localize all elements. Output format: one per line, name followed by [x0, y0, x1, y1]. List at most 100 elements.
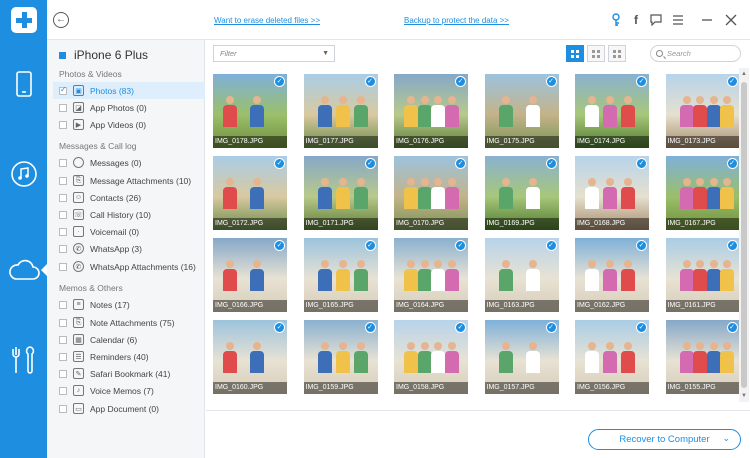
selected-check-icon[interactable]: ✓: [274, 240, 285, 251]
checkbox[interactable]: [59, 369, 67, 378]
checkbox[interactable]: [59, 210, 67, 219]
photo-thumbnail[interactable]: IMG_0167.JPG ✓: [665, 156, 740, 230]
checkbox[interactable]: [59, 193, 67, 202]
rail-icloud-button[interactable]: [0, 248, 47, 292]
photo-thumbnail[interactable]: IMG_0158.JPG ✓: [394, 320, 468, 394]
checkbox[interactable]: [59, 120, 67, 129]
rail-itunes-button[interactable]: [0, 152, 47, 196]
close-icon[interactable]: [723, 12, 739, 28]
sidebar-item-photos[interactable]: ▣Photos (83): [53, 82, 205, 99]
sidebar-item-call-history[interactable]: ☏ Call History (10): [53, 206, 205, 223]
selected-check-icon[interactable]: ✓: [274, 322, 285, 333]
device-checkbox[interactable]: [59, 51, 66, 59]
checkbox[interactable]: [59, 244, 67, 253]
sidebar-item-contacts[interactable]: ☺ Contacts (26): [53, 189, 205, 206]
sidebar-item-reminders[interactable]: ☰ Reminders (40): [53, 348, 205, 365]
photo-thumbnail[interactable]: IMG_0169.JPG ✓: [484, 156, 559, 230]
selected-check-icon[interactable]: ✓: [364, 322, 376, 333]
checkbox[interactable]: [59, 103, 67, 112]
selected-check-icon[interactable]: ✓: [455, 158, 466, 169]
photo-thumbnail[interactable]: IMG_0174.JPG ✓: [575, 74, 649, 148]
sidebar-item-safari-bookmark[interactable]: ✎ Safari Bookmark (41): [53, 365, 205, 382]
selected-check-icon[interactable]: ✓: [545, 240, 557, 251]
rail-tools-button[interactable]: [0, 338, 47, 382]
small-thumbnail-view-button[interactable]: [587, 45, 605, 62]
photo-thumbnail[interactable]: IMG_0159.JPG ✓: [303, 320, 378, 394]
scrollbar-thumb[interactable]: [741, 82, 747, 388]
feedback-icon[interactable]: [648, 12, 664, 28]
sidebar-item-messages[interactable]: Messages (0): [53, 154, 205, 171]
photo-thumbnail[interactable]: IMG_0178.JPG ✓: [213, 74, 287, 148]
selected-check-icon[interactable]: ✓: [636, 158, 647, 169]
selected-check-icon[interactable]: ✓: [636, 322, 647, 333]
selected-check-icon[interactable]: ✓: [636, 240, 647, 251]
sidebar-item-calendar[interactable]: ▦ Calendar (6): [53, 331, 205, 348]
sidebar-item-whatsapp-attachments[interactable]: ✆ WhatsApp Attachments (16): [53, 258, 205, 275]
selected-check-icon[interactable]: ✓: [726, 240, 738, 251]
menu-icon[interactable]: [670, 12, 686, 28]
selected-check-icon[interactable]: ✓: [364, 240, 376, 251]
photo-thumbnail[interactable]: IMG_0168.JPG ✓: [575, 156, 649, 230]
photo-thumbnail[interactable]: IMG_0165.JPG ✓: [303, 238, 378, 312]
selected-check-icon[interactable]: ✓: [455, 240, 466, 251]
sidebar-item-voicemail[interactable]: ᐧ Voicemail (0): [53, 223, 205, 240]
photo-thumbnail[interactable]: IMG_0161.JPG ✓: [665, 238, 740, 312]
selected-check-icon[interactable]: ✓: [545, 158, 557, 169]
large-thumbnail-view-button[interactable]: [566, 45, 584, 62]
sidebar-item-note-attachments[interactable]: ⎘ Note Attachments (75): [53, 314, 205, 331]
photo-thumbnail[interactable]: IMG_0175.JPG ✓: [484, 74, 559, 148]
selected-check-icon[interactable]: ✓: [726, 76, 738, 87]
selected-check-icon[interactable]: ✓: [545, 76, 557, 87]
sidebar-item-app-photos[interactable]: ◪ App Photos (0): [53, 99, 205, 116]
back-arrow-icon[interactable]: ←: [53, 12, 69, 28]
sidebar-item-app-videos[interactable]: ▶ App Videos (0): [53, 116, 205, 133]
scroll-down-icon[interactable]: ▼: [740, 392, 748, 400]
rail-device-button[interactable]: [0, 62, 47, 106]
checkbox[interactable]: [59, 262, 67, 271]
photo-thumbnail[interactable]: IMG_0163.JPG ✓: [484, 238, 559, 312]
checkbox[interactable]: [59, 227, 67, 236]
photo-thumbnail[interactable]: IMG_0172.JPG ✓: [213, 156, 287, 230]
selected-check-icon[interactable]: ✓: [455, 76, 466, 87]
sidebar-item-whatsapp[interactable]: ✆ WhatsApp (3): [53, 240, 205, 257]
selected-check-icon[interactable]: ✓: [726, 158, 738, 169]
selected-check-icon[interactable]: ✓: [364, 158, 376, 169]
selected-check-icon[interactable]: ✓: [274, 158, 285, 169]
photo-thumbnail[interactable]: IMG_0156.JPG ✓: [575, 320, 649, 394]
checkbox[interactable]: [59, 318, 67, 327]
photo-thumbnail[interactable]: IMG_0173.JPG ✓: [665, 74, 740, 148]
photo-thumbnail[interactable]: IMG_0157.JPG ✓: [484, 320, 559, 394]
list-view-button[interactable]: [608, 45, 626, 62]
filter-dropdown[interactable]: Filter ▼: [213, 45, 335, 62]
photo-thumbnail[interactable]: IMG_0160.JPG ✓: [213, 320, 287, 394]
selected-check-icon[interactable]: ✓: [545, 322, 557, 333]
facebook-icon[interactable]: f: [628, 12, 644, 28]
photo-thumbnail[interactable]: IMG_0164.JPG ✓: [394, 238, 468, 312]
backup-data-link[interactable]: Backup to protect the data >>: [404, 16, 509, 25]
sidebar-item-message-attachments[interactable]: ⎘ Message Attachments (10): [53, 172, 205, 189]
checkbox[interactable]: [59, 352, 67, 361]
selected-check-icon[interactable]: ✓: [726, 322, 738, 333]
sidebar-item-app-document[interactable]: ▭ App Document (0): [53, 400, 205, 417]
checkbox[interactable]: [59, 85, 67, 95]
photo-thumbnail[interactable]: IMG_0177.JPG ✓: [303, 74, 378, 148]
selected-check-icon[interactable]: ✓: [364, 76, 376, 87]
checkbox[interactable]: [59, 335, 67, 344]
photo-thumbnail[interactable]: IMG_0162.JPG ✓: [575, 238, 649, 312]
photo-thumbnail[interactable]: IMG_0155.JPG ✓: [665, 320, 740, 394]
sidebar-item-voice-memos[interactable]: ♪ Voice Memos (7): [53, 382, 205, 399]
vertical-scrollbar[interactable]: ▲ ▼: [739, 68, 749, 402]
checkbox[interactable]: [59, 176, 67, 185]
photo-thumbnail[interactable]: IMG_0166.JPG ✓: [213, 238, 287, 312]
erase-deleted-files-link[interactable]: Want to erase deleted files >>: [214, 16, 320, 25]
recover-to-computer-button[interactable]: Recover to Computer ⌄: [588, 429, 741, 450]
checkbox[interactable]: [59, 300, 67, 309]
minimize-icon[interactable]: [699, 12, 715, 28]
checkbox[interactable]: [59, 404, 67, 413]
photo-thumbnail[interactable]: IMG_0170.JPG ✓: [394, 156, 468, 230]
checkbox[interactable]: [59, 386, 67, 395]
photo-thumbnail[interactable]: IMG_0171.JPG ✓: [303, 156, 378, 230]
search-input[interactable]: Search: [650, 45, 741, 62]
photo-thumbnail[interactable]: IMG_0176.JPG ✓: [394, 74, 468, 148]
selected-check-icon[interactable]: ✓: [274, 76, 285, 87]
